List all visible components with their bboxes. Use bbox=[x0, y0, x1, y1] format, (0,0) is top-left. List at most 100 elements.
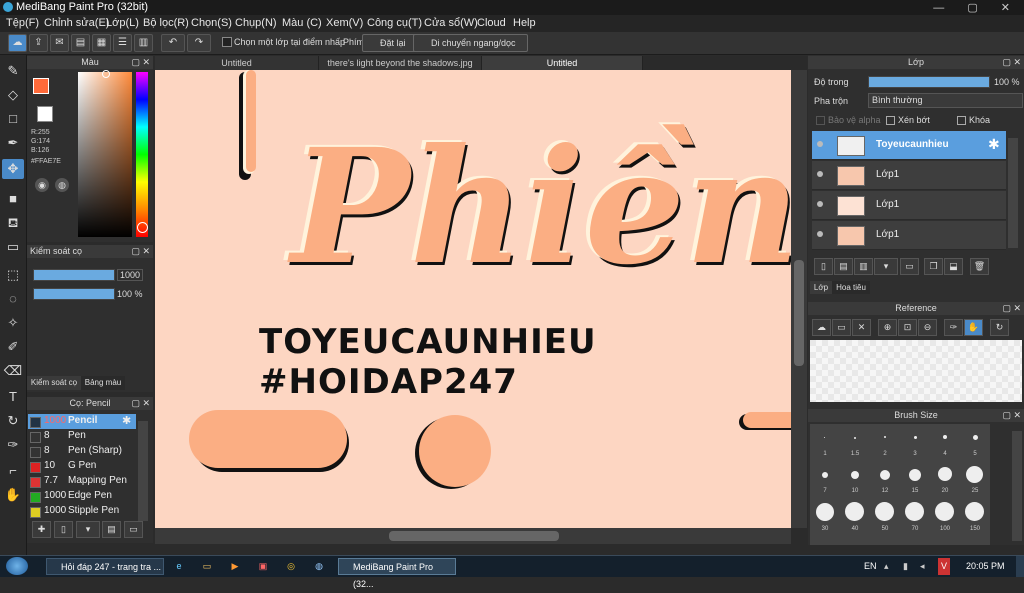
visibility-eye-icon[interactable] bbox=[817, 141, 823, 147]
volume-icon[interactable]: ◂ bbox=[920, 558, 925, 575]
menu-cloud[interactable]: Cloud bbox=[477, 17, 506, 29]
brush-item-pen-sharp[interactable]: 8 Pen (Sharp) bbox=[28, 444, 136, 459]
menu-layer[interactable]: Lớp(L) bbox=[106, 17, 139, 29]
zoom-out-icon[interactable]: ⊖ bbox=[918, 319, 937, 336]
rotate-icon[interactable]: ↻ bbox=[990, 319, 1009, 336]
protect-alpha-checkbox[interactable] bbox=[816, 116, 825, 125]
saturation-value-picker[interactable] bbox=[78, 72, 132, 237]
brush-item-edge-pen[interactable]: 1000 Edge Pen bbox=[28, 489, 136, 504]
background-color-swatch[interactable] bbox=[37, 106, 53, 122]
folder-icon[interactable]: ▭ bbox=[200, 558, 214, 575]
brush-item-pen[interactable]: 8 Pen bbox=[28, 429, 136, 444]
add-brush-icon[interactable]: ✚ bbox=[32, 521, 51, 538]
visibility-eye-icon[interactable] bbox=[817, 201, 823, 207]
layer-row-lop1-c[interactable]: Lớp1 bbox=[812, 221, 1006, 250]
tray-icon[interactable]: ▮ bbox=[903, 558, 908, 575]
tab-light-beyond-shadows[interactable]: there's light beyond the shadows.jpg bbox=[319, 56, 482, 70]
tab-untitled-2[interactable]: Untitled bbox=[482, 56, 643, 70]
lasso-tool-icon[interactable]: ◌ bbox=[2, 289, 24, 309]
blend-mode-select[interactable]: Bình thường bbox=[868, 93, 1023, 108]
menu-view[interactable]: Xem(V) bbox=[326, 17, 363, 29]
start-button-icon[interactable] bbox=[6, 557, 28, 575]
visibility-eye-icon[interactable] bbox=[817, 171, 823, 177]
gradient-tool-icon[interactable]: ▭ bbox=[2, 237, 24, 257]
taskbar-item-browser[interactable]: Hỏi đáp 247 - trang tra ... bbox=[46, 558, 164, 575]
close-icon[interactable]: ▢ ✕ bbox=[1002, 302, 1021, 315]
brush-size-dot[interactable] bbox=[966, 466, 983, 483]
app2-icon[interactable]: ◍ bbox=[312, 558, 326, 575]
close-icon[interactable]: ▢ ✕ bbox=[131, 397, 150, 410]
visibility-eye-icon[interactable] bbox=[817, 231, 823, 237]
folder-icon[interactable]: ▭ bbox=[124, 521, 143, 538]
bucket-tool-icon[interactable]: ⛾ bbox=[2, 213, 24, 233]
menu-edit[interactable]: Chỉnh sửa(E) bbox=[44, 17, 109, 29]
hue-slider[interactable] bbox=[136, 72, 148, 237]
tab-navigator[interactable]: Hoa tiêu bbox=[832, 281, 870, 294]
eraser-tool-icon[interactable]: ◇ bbox=[2, 85, 24, 105]
window-controls[interactable]: — ▢ ✕ bbox=[933, 1, 1020, 14]
select-eraser-icon[interactable]: ⌫ bbox=[2, 361, 24, 381]
fit-icon[interactable]: ⊡ bbox=[898, 319, 917, 336]
comment-icon[interactable]: ✉ bbox=[50, 34, 69, 52]
new-layer-8bit-icon[interactable]: ▤ bbox=[834, 258, 853, 275]
layer-menu-icon[interactable]: ▾ bbox=[874, 258, 898, 275]
brush-item-pencil[interactable]: 1000 Pencil ✱ bbox=[28, 414, 136, 429]
menu-tools[interactable]: Công cụ(T) bbox=[367, 17, 422, 29]
color-settings-icon[interactable]: ◍ bbox=[55, 178, 69, 192]
share-icon[interactable]: ⇪ bbox=[29, 34, 48, 52]
move-tool-icon[interactable]: ✥ bbox=[2, 159, 24, 179]
brush-item-mapping-pen[interactable]: 7.7 Mapping Pen bbox=[28, 474, 136, 489]
brush-size-dot[interactable] bbox=[822, 472, 828, 478]
layer-row-lop1-b[interactable]: Lớp1 bbox=[812, 191, 1006, 220]
brush-size-value[interactable]: 1000 bbox=[117, 269, 144, 281]
magic-wand-icon[interactable]: ✧ bbox=[2, 313, 24, 333]
menu-capture[interactable]: Chụp(N) bbox=[235, 17, 277, 29]
eyedropper-icon[interactable]: ✑ bbox=[944, 319, 963, 336]
close-icon[interactable]: ▢ ✕ bbox=[1002, 56, 1021, 69]
tab-color-palette[interactable]: Bảng màu bbox=[81, 376, 125, 390]
tray-up-icon[interactable]: ▴ bbox=[884, 558, 889, 575]
layer-row-toyeucaunhieu[interactable]: Toyeucaunhieu ✱ bbox=[812, 131, 1006, 160]
brush-size-dot[interactable] bbox=[905, 502, 924, 521]
canvas-horizontal-scrollbar[interactable] bbox=[155, 528, 791, 544]
chrome-icon[interactable]: ◎ bbox=[284, 558, 298, 575]
redo-icon[interactable]: ↷ bbox=[187, 34, 211, 52]
canvas-vertical-scrollbar[interactable] bbox=[791, 70, 807, 528]
horizontal-scroll-thumb[interactable] bbox=[389, 531, 559, 541]
media-icon[interactable]: ▶ bbox=[228, 558, 242, 575]
ie-icon[interactable]: e bbox=[172, 558, 186, 575]
brush-size-dot[interactable] bbox=[816, 503, 834, 521]
brush-size-dot[interactable] bbox=[851, 471, 859, 479]
list-icon[interactable]: ☰ bbox=[113, 34, 132, 52]
merge-layer-icon[interactable]: ⬓ bbox=[944, 258, 963, 275]
new-layer-icon[interactable]: ▯ bbox=[814, 258, 833, 275]
close-icon[interactable]: ▢ ✕ bbox=[131, 56, 150, 69]
brush-size-dot[interactable] bbox=[973, 435, 978, 440]
foreground-color-swatch[interactable] bbox=[33, 78, 49, 94]
grid-icon[interactable]: ▥ bbox=[134, 34, 153, 52]
close-icon[interactable]: ▢ ✕ bbox=[1002, 409, 1021, 422]
brush-doc-icon[interactable]: ▤ bbox=[102, 521, 121, 538]
fill-rect-tool-icon[interactable]: ■ bbox=[2, 189, 24, 209]
brush-size-dot[interactable] bbox=[935, 502, 954, 521]
brush-size-dot[interactable] bbox=[943, 435, 947, 439]
palette-icon[interactable]: ◉ bbox=[35, 178, 49, 192]
brush-size-dot[interactable] bbox=[854, 437, 856, 439]
menu-select[interactable]: Chọn(S) bbox=[191, 17, 232, 29]
tray-app-icon[interactable]: V bbox=[938, 558, 950, 575]
close-reference-icon[interactable]: ✕ bbox=[852, 319, 871, 336]
vertical-scroll-thumb[interactable] bbox=[794, 260, 804, 366]
pen-tool-icon[interactable]: ✒ bbox=[2, 133, 24, 153]
gear-icon[interactable]: ✱ bbox=[988, 136, 1000, 153]
brush-size-dot[interactable] bbox=[845, 502, 864, 521]
menu-file[interactable]: Tệp(F) bbox=[6, 17, 39, 29]
tab-layer[interactable]: Lớp bbox=[810, 281, 832, 294]
new-layer-1bit-icon[interactable]: ▥ bbox=[854, 258, 873, 275]
operation-tool-icon[interactable]: ↻ bbox=[2, 411, 24, 431]
brush-size-dot[interactable] bbox=[909, 469, 921, 481]
eyedropper-tool-icon[interactable]: ✑ bbox=[2, 435, 24, 455]
undo-icon[interactable]: ↶ bbox=[161, 34, 185, 52]
duplicate-layer-icon[interactable]: ❐ bbox=[924, 258, 943, 275]
zoom-in-icon[interactable]: ⊕ bbox=[878, 319, 897, 336]
taskbar-item-medibang[interactable]: MediBang Paint Pro (32... bbox=[338, 558, 456, 589]
